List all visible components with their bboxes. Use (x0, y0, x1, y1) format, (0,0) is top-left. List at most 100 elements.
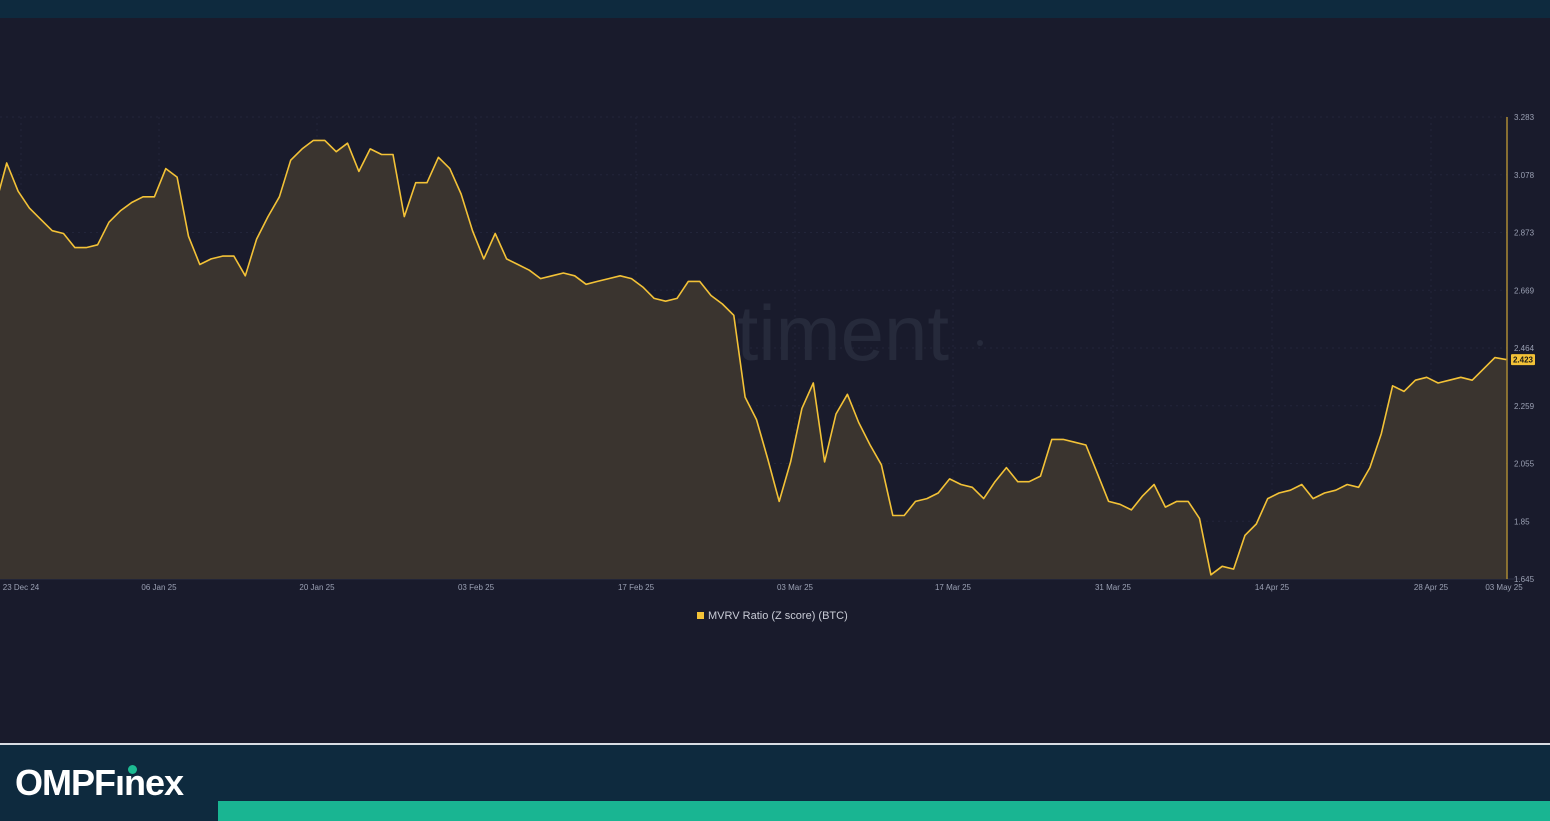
data-point (971, 486, 973, 488)
data-point (1358, 486, 1360, 488)
data-point (676, 297, 678, 299)
data-point (85, 247, 87, 249)
data-point (256, 238, 258, 240)
data-point (903, 515, 905, 517)
x-tick-label: 14 Apr 25 (1255, 583, 1290, 592)
data-point (1426, 376, 1428, 378)
data-point (733, 314, 735, 316)
data-point (687, 280, 689, 282)
data-point (949, 478, 951, 480)
data-point (28, 207, 30, 209)
data-point (1301, 484, 1303, 486)
data-point (188, 235, 190, 237)
data-point (119, 210, 121, 212)
legend-label: MVRV Ratio (Z score) (BTC) (708, 610, 848, 622)
data-point (1471, 379, 1473, 381)
x-tick-label: 31 Mar 25 (1095, 583, 1132, 592)
y-tick-label: 2.259 (1514, 402, 1535, 411)
data-point (1051, 438, 1053, 440)
x-tick-label: 28 Apr 25 (1414, 583, 1449, 592)
data-point (1153, 484, 1155, 486)
data-point (517, 264, 519, 266)
x-tick-label: 03 Feb 25 (458, 583, 495, 592)
x-tick-label: 03 May 25 (1485, 583, 1523, 592)
y-tick-label: 3.078 (1514, 171, 1535, 180)
data-point (1028, 481, 1030, 483)
data-point (653, 297, 655, 299)
data-point (358, 170, 360, 172)
data-point (631, 278, 633, 280)
data-point (1505, 359, 1507, 361)
data-point (1346, 484, 1348, 486)
data-point (846, 393, 848, 395)
y-tick-label: 2.873 (1514, 229, 1535, 238)
data-point (324, 139, 326, 141)
data-point (6, 162, 8, 164)
data-point (1108, 500, 1110, 502)
data-point (165, 168, 167, 170)
brand-dot (128, 765, 137, 774)
data-point (1494, 357, 1496, 359)
data-point (312, 139, 314, 141)
data-point (17, 190, 19, 192)
data-point (1369, 467, 1371, 469)
data-point (994, 481, 996, 483)
data-point (1062, 438, 1064, 440)
y-tick-label: 3.283 (1514, 113, 1535, 122)
data-point (596, 280, 598, 282)
data-point (506, 258, 508, 260)
data-point (1187, 500, 1189, 502)
data-point (1335, 489, 1337, 491)
data-point (1085, 444, 1087, 446)
data-point (1005, 467, 1007, 469)
data-point (528, 269, 530, 271)
data-point (1460, 376, 1462, 378)
data-point (222, 255, 224, 257)
data-point (74, 247, 76, 249)
data-point (1324, 492, 1326, 494)
data-point (449, 168, 451, 170)
data-point (824, 461, 826, 463)
y-tick-label: 1.85 (1514, 517, 1530, 526)
x-tick-label: 20 Jan 25 (299, 583, 335, 592)
data-point (892, 515, 894, 517)
data-point (210, 258, 212, 260)
data-point (142, 196, 144, 198)
data-point (1278, 492, 1280, 494)
data-point (540, 278, 542, 280)
data-point (1289, 489, 1291, 491)
data-point (290, 159, 292, 161)
data-point (1312, 498, 1314, 500)
data-point (983, 498, 985, 500)
data-point (1483, 368, 1485, 370)
data-point (40, 218, 42, 220)
data-point (426, 182, 428, 184)
data-point (460, 193, 462, 195)
data-point (494, 233, 496, 235)
data-point (233, 255, 235, 257)
x-tick-label: 03 Mar 25 (777, 583, 814, 592)
data-point (1119, 503, 1121, 505)
y-axis-ticks: 3.2833.0782.8732.6692.4642.2592.0551.851… (1514, 113, 1535, 584)
data-point (744, 396, 746, 398)
data-point (960, 484, 962, 486)
current-value: 2.423 (1513, 356, 1534, 365)
data-point (1142, 495, 1144, 497)
data-point (880, 464, 882, 466)
y-tick-label: 2.669 (1514, 286, 1535, 295)
legend-swatch (697, 612, 704, 619)
data-point (51, 230, 53, 232)
data-point (1267, 498, 1269, 500)
data-point (1233, 568, 1235, 570)
data-point (97, 244, 99, 246)
data-point (619, 275, 621, 277)
data-point (108, 221, 110, 223)
data-point (790, 461, 792, 463)
data-point (1040, 475, 1042, 477)
data-point (1448, 379, 1450, 381)
chart-panel: santiment 3.283 3.078 2.873 2.669 2.464 2.259… (0, 18, 1550, 744)
data-point (608, 278, 610, 280)
data-point (1380, 433, 1382, 435)
data-point (767, 458, 769, 460)
data-point (835, 413, 837, 415)
